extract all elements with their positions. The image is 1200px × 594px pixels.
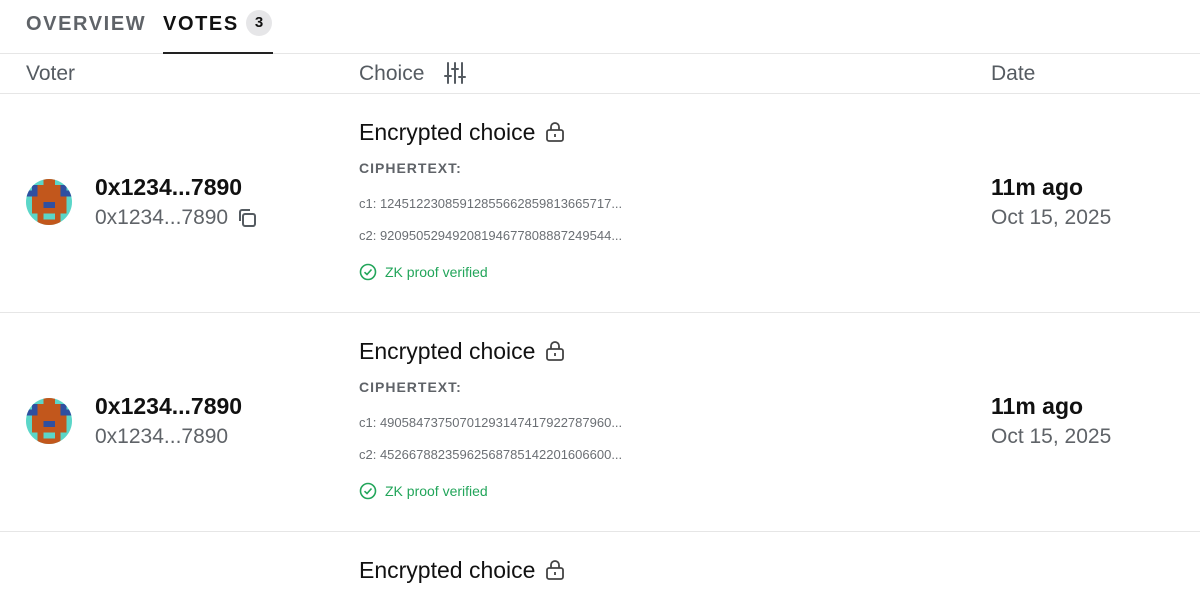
- table-row: 0x1234...7890 0x1234...7890 Encrypted ch…: [0, 313, 1200, 532]
- voter-name[interactable]: 0x1234...7890: [95, 174, 242, 200]
- copy-icon[interactable]: [236, 207, 258, 229]
- proof-status: ZK proof verified: [385, 264, 488, 280]
- tab-bar: OVERVIEW VOTES 3: [0, 0, 1200, 54]
- vote-date: Oct 15, 2025: [991, 206, 1112, 229]
- ciphertext-c1: c1: 49058473750701293147417922787960...: [359, 415, 623, 430]
- lock-icon: [545, 559, 565, 581]
- sliders-icon[interactable]: [444, 61, 466, 85]
- check-circle-icon: [359, 482, 377, 500]
- table-row: 0x1234...7890 0x1234...7890 Encrypted ch…: [0, 94, 1200, 313]
- choice-title: Encrypted choice: [359, 338, 536, 364]
- voter-address: 0x1234...7890: [95, 206, 229, 229]
- vote-time-ago: 11m ago: [991, 174, 1084, 200]
- lock-icon: [545, 121, 565, 143]
- voter-address: 0x1234...7890: [95, 425, 229, 448]
- column-header-choice: Choice: [359, 62, 425, 85]
- ciphertext-label: CIPHERTEXT:: [359, 160, 462, 176]
- vote-time-ago: 11m ago: [991, 393, 1084, 419]
- lock-icon: [545, 340, 565, 362]
- table-row: Encrypted choice: [0, 532, 1200, 594]
- ciphertext-c2: c2: 45266788235962568785142201606600...: [359, 447, 623, 462]
- voter-name[interactable]: 0x1234...7890: [95, 393, 242, 419]
- ciphertext-c2: c2: 92095052949208194677808887249544...: [359, 228, 623, 243]
- choice-title: Encrypted choice: [359, 557, 536, 583]
- avatar: [26, 179, 72, 225]
- ciphertext-c1: c1: 12451223085912855662859813665717...: [359, 196, 623, 211]
- ciphertext-label: CIPHERTEXT:: [359, 379, 462, 395]
- choice-title: Encrypted choice: [359, 119, 536, 145]
- votes-count-badge: 3: [246, 10, 272, 36]
- vote-date: Oct 15, 2025: [991, 425, 1112, 448]
- column-header-voter: Voter: [26, 62, 76, 85]
- column-header-date: Date: [991, 62, 1036, 85]
- proof-status: ZK proof verified: [385, 483, 488, 499]
- check-circle-icon: [359, 263, 377, 281]
- tab-overview[interactable]: OVERVIEW: [26, 12, 146, 36]
- avatar: [26, 398, 72, 444]
- tab-votes[interactable]: VOTES: [163, 12, 239, 36]
- table-header: Voter Choice Date: [0, 54, 1200, 94]
